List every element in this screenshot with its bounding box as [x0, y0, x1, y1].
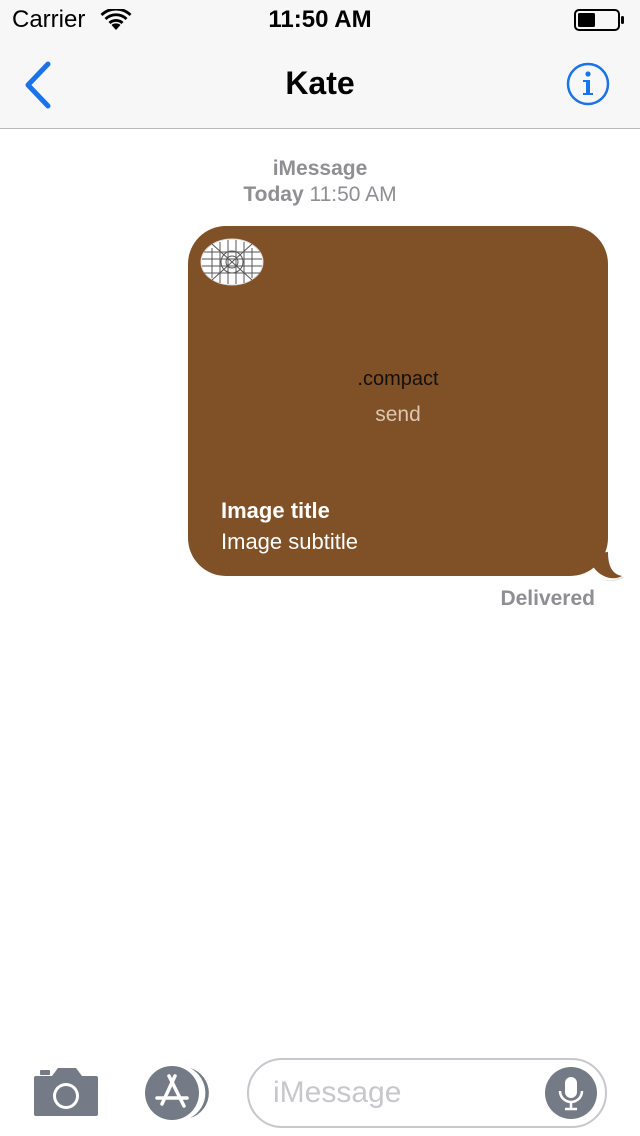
- microphone-icon[interactable]: [545, 1067, 597, 1119]
- message-text-input[interactable]: [273, 1072, 533, 1114]
- conversation-header: iMessage Today 11:50 AM: [0, 156, 640, 208]
- app-store-icon[interactable]: [138, 1064, 214, 1122]
- image-subtitle: Image subtitle: [221, 529, 358, 554]
- info-icon[interactable]: [566, 62, 610, 106]
- status-bar: Carrier 11:50 AM: [0, 0, 640, 42]
- camera-icon[interactable]: [32, 1066, 100, 1118]
- image-title: Image title: [221, 498, 330, 523]
- battery-icon: [574, 9, 624, 31]
- date-label: Today: [243, 183, 304, 206]
- navigation-bar: Kate: [0, 42, 640, 129]
- bubble-tail: [588, 552, 624, 581]
- messages-screen: Carrier 11:50 AM Kate iMessage Today 11:…: [0, 0, 640, 1136]
- delivery-status: Delivered: [500, 587, 595, 610]
- timestamp: Today 11:50 AM: [0, 182, 640, 208]
- app-icon-placeholder: [200, 238, 264, 286]
- status-time: 11:50 AM: [268, 6, 372, 33]
- message-input-field[interactable]: [247, 1058, 607, 1128]
- bubble-caption: .compact: [357, 368, 439, 390]
- time-label: 11:50 AM: [309, 183, 397, 206]
- bubble-subcaption: send: [375, 403, 421, 426]
- service-label: iMessage: [272, 157, 368, 180]
- message-bubble[interactable]: .compact send Image title Image subtitle: [188, 226, 608, 576]
- contact-name[interactable]: Kate: [0, 65, 640, 102]
